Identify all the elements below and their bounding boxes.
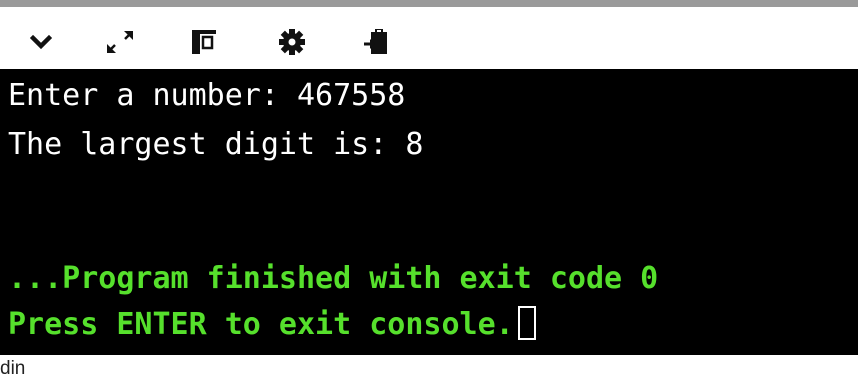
exit-prompt-line: Press ENTER to exit console. (8, 302, 536, 348)
exit-prompt-text: Press ENTER to exit console. (8, 307, 514, 342)
text-cursor (517, 306, 536, 340)
online-compiler-console-window: Enter a number: 467558 The largest digit… (0, 0, 858, 376)
console-line: The largest digit is: 8 (8, 127, 424, 162)
copy-output-button[interactable] (361, 27, 391, 57)
console-output[interactable]: Enter a number: 467558 The largest digit… (0, 69, 858, 355)
gear-icon (279, 29, 305, 55)
collapse-button[interactable] (26, 27, 56, 57)
expand-button[interactable] (105, 27, 135, 57)
panel-layout-icon (192, 30, 216, 54)
clipboard-paste-icon (364, 29, 387, 54)
console-line: Enter a number: 467558 (8, 78, 406, 113)
console-toolbar (0, 7, 858, 69)
bottom-strip: din (0, 355, 858, 376)
settings-button[interactable] (277, 27, 307, 57)
stdin-tab-label[interactable]: din (0, 359, 25, 376)
top-border (0, 0, 858, 7)
chevron-down-icon (30, 34, 52, 50)
layout-button[interactable] (189, 27, 219, 57)
expand-arrows-icon (107, 31, 133, 53)
exit-status-line: ...Program finished with exit code 0 (8, 261, 659, 296)
